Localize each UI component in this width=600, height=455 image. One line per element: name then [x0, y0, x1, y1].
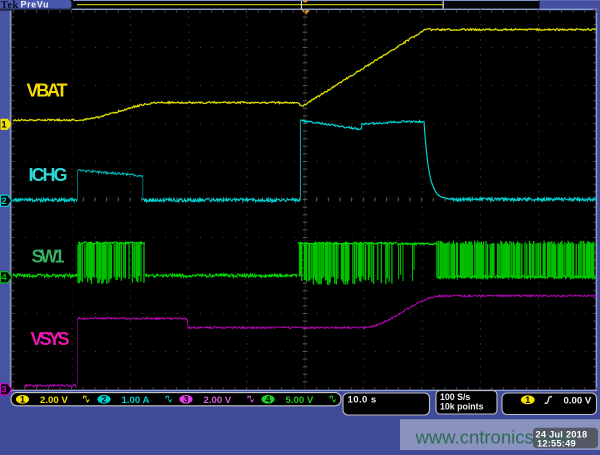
svg-text:3: 3	[183, 395, 188, 405]
svg-text:4: 4	[1, 273, 7, 284]
svg-text:12:55:49: 12:55:49	[537, 439, 576, 449]
svg-text:2.00 V: 2.00 V	[40, 395, 68, 406]
svg-text:4: 4	[265, 395, 270, 405]
svg-text:SW1: SW1	[32, 247, 65, 267]
svg-text:10k points: 10k points	[440, 402, 484, 412]
svg-text:1: 1	[20, 395, 25, 405]
svg-text:VSYS: VSYS	[31, 329, 70, 349]
svg-text:2: 2	[1, 196, 6, 207]
svg-text:ICHG: ICHG	[29, 165, 67, 185]
svg-text:100 S/s: 100 S/s	[440, 392, 470, 402]
svg-text:0.00 V: 0.00 V	[564, 395, 592, 406]
svg-text:PreVu: PreVu	[21, 0, 49, 10]
svg-text:5.00 V: 5.00 V	[286, 395, 314, 406]
svg-text:1: 1	[525, 395, 530, 405]
svg-text:3: 3	[1, 385, 6, 396]
svg-text:1.00 A: 1.00 A	[122, 395, 150, 406]
svg-text:1: 1	[1, 120, 7, 131]
svg-text:2: 2	[101, 395, 106, 405]
svg-text:VBAT: VBAT	[27, 81, 68, 101]
svg-text:Tek: Tek	[1, 0, 18, 11]
svg-text:10.0 s: 10.0 s	[348, 395, 377, 406]
svg-text:2.00 V: 2.00 V	[204, 395, 232, 406]
